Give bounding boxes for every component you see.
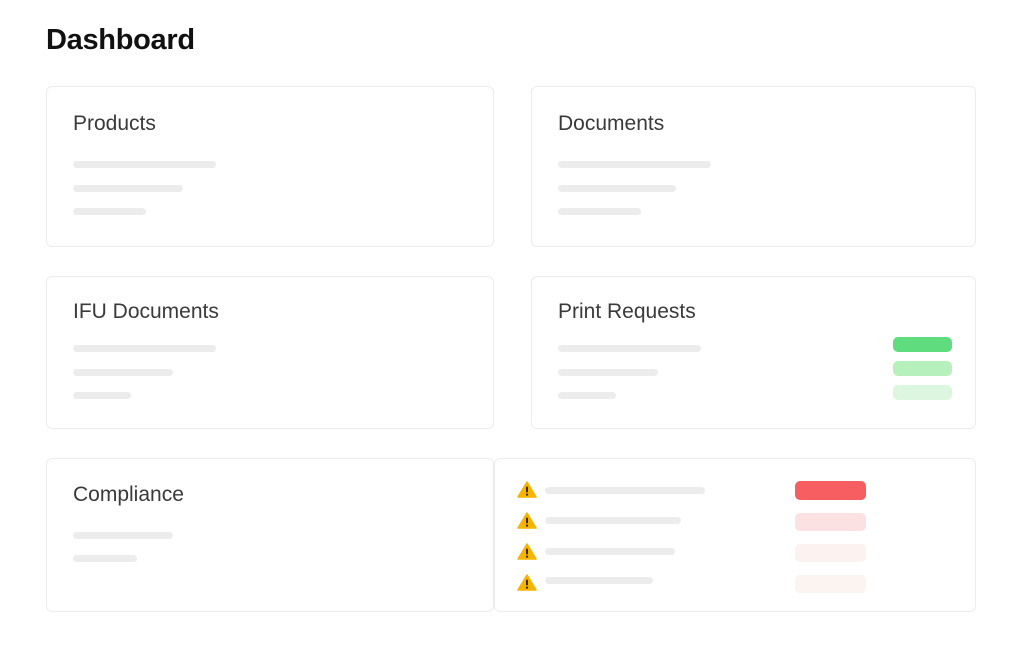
status-badge: [893, 385, 952, 400]
warning-icon: [517, 481, 537, 498]
warning-icon: [517, 574, 537, 591]
products-card[interactable]: Products: [46, 86, 494, 247]
warning-icon: [517, 512, 537, 529]
alert-badge: [795, 575, 866, 593]
compliance-card[interactable]: Compliance: [46, 458, 494, 612]
placeholder-line: [558, 161, 711, 168]
placeholder-line: [558, 185, 676, 192]
documents-card-title: Documents: [558, 112, 665, 135]
print-requests-card-title: Print Requests: [558, 300, 696, 323]
placeholder-line: [558, 369, 658, 376]
placeholder-line: [545, 548, 675, 555]
products-card-title: Products: [73, 112, 156, 135]
warning-icon: [517, 543, 537, 560]
placeholder-line: [558, 345, 701, 352]
ifu-documents-card-title: IFU Documents: [73, 300, 219, 323]
compliance-card-title: Compliance: [73, 483, 184, 506]
alert-badge: [795, 544, 866, 562]
placeholder-line: [73, 555, 137, 562]
alert-badge: [795, 513, 866, 531]
print-requests-card[interactable]: Print Requests: [531, 276, 976, 429]
placeholder-line: [545, 487, 705, 494]
placeholder-line: [73, 532, 173, 539]
compliance-alerts-panel[interactable]: [494, 458, 976, 612]
placeholder-line: [73, 345, 216, 352]
ifu-documents-card[interactable]: IFU Documents: [46, 276, 494, 429]
documents-card[interactable]: Documents: [531, 86, 976, 247]
placeholder-line: [545, 577, 653, 584]
placeholder-line: [558, 392, 616, 399]
placeholder-line: [545, 517, 681, 524]
status-badge: [893, 337, 952, 352]
placeholder-line: [73, 392, 131, 399]
page-title: Dashboard: [46, 24, 195, 56]
placeholder-line: [73, 369, 173, 376]
alert-badge: [795, 481, 866, 500]
placeholder-line: [73, 185, 183, 192]
placeholder-line: [73, 208, 146, 215]
placeholder-line: [558, 208, 641, 215]
placeholder-line: [73, 161, 216, 168]
status-badge: [893, 361, 952, 376]
